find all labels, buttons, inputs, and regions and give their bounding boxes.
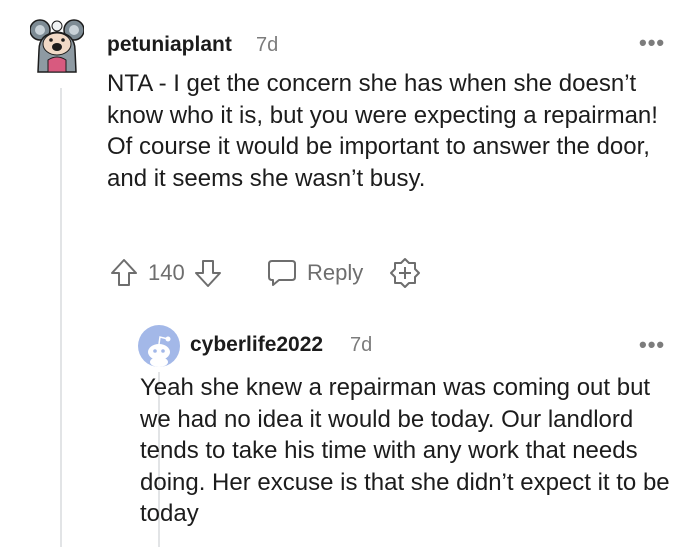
koala-avatar-icon[interactable]	[30, 14, 84, 74]
comment-body: Yeah she knew a repairman was coming out…	[140, 374, 670, 528]
default-snoo-avatar-icon[interactable]	[138, 325, 180, 367]
vote-count: 140	[148, 260, 185, 285]
more-options-icon[interactable]: •••	[639, 334, 665, 356]
reply-label: Reply	[307, 260, 364, 285]
downvote-button[interactable]	[192, 257, 224, 289]
comment-timestamp: 7d	[256, 34, 279, 56]
comment-body: NTA - I get the concern she has when she…	[107, 70, 658, 192]
reply-comment: cyberlife2022 7d ••• Yeah she knew a rep…	[0, 300, 700, 547]
arrow-up-icon	[111, 259, 137, 286]
comment-username[interactable]: petuniaplant	[107, 33, 232, 57]
reply-button[interactable]: Reply	[266, 256, 366, 290]
award-button[interactable]	[388, 256, 422, 290]
comment-username[interactable]: cyberlife2022	[190, 333, 323, 357]
award-plus-icon	[390, 258, 420, 288]
upvote-button[interactable]	[108, 257, 140, 289]
arrow-down-icon	[195, 260, 221, 287]
comment: petuniaplant 7d ••• NTA - I get the conc…	[0, 0, 700, 300]
chat-bubble-icon	[268, 260, 296, 286]
more-options-icon[interactable]: •••	[639, 32, 665, 54]
comment-timestamp: 7d	[350, 334, 373, 356]
